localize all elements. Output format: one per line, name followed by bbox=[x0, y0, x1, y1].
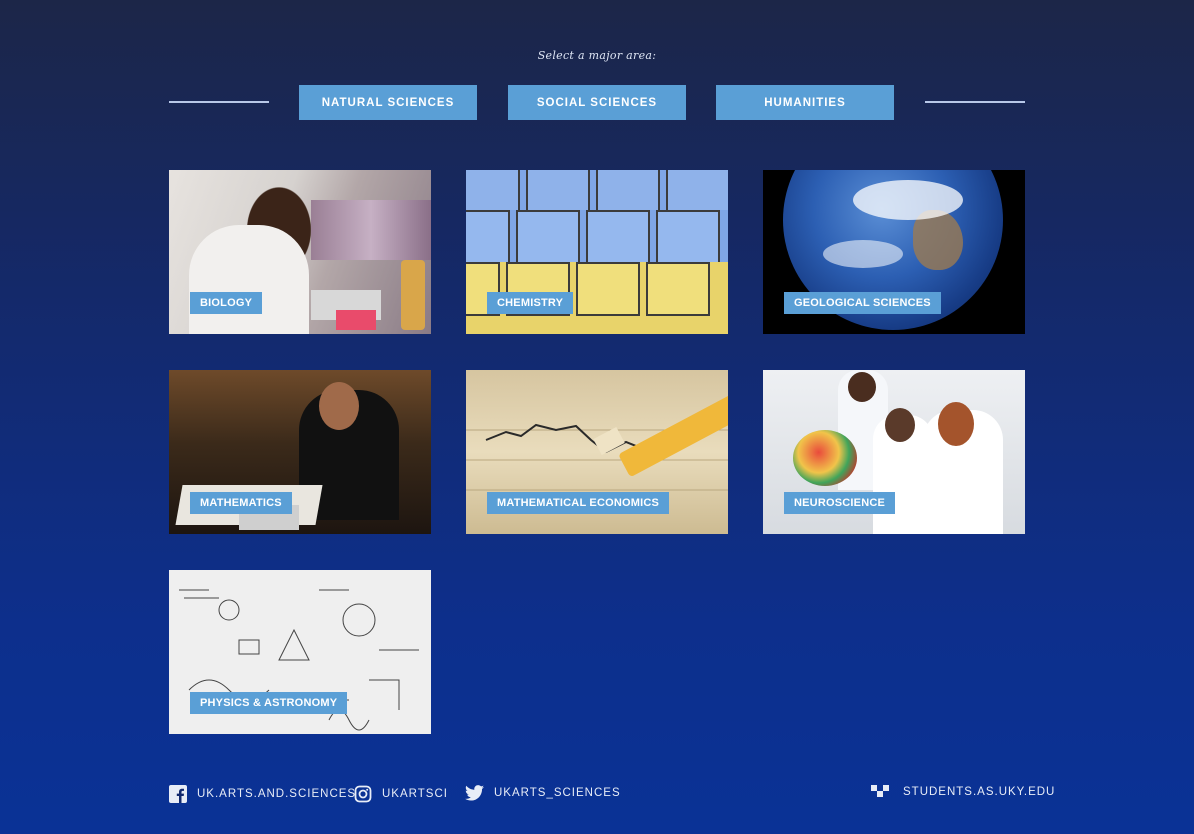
major-label-biology: BIOLOGY bbox=[190, 292, 263, 314]
major-label-chemistry: CHEMISTRY bbox=[487, 292, 574, 314]
select-major-prompt: Select a major area: bbox=[537, 49, 657, 62]
footer-twitter-link[interactable]: UKARTS_SCIENCES bbox=[465, 785, 621, 801]
footer-instagram-link[interactable]: UKARTSCI bbox=[354, 785, 448, 803]
major-label-physics-astronomy: PHYSICS & ASTRONOMY bbox=[190, 692, 348, 714]
footer-twitter-label: UKARTS_SCIENCES bbox=[494, 787, 621, 799]
facebook-icon bbox=[169, 785, 187, 803]
major-label-mathematics: MATHEMATICS bbox=[190, 492, 292, 514]
footer-website-label: STUDENTS.AS.UKY.EDU bbox=[903, 786, 1056, 798]
divider-left bbox=[169, 101, 269, 103]
major-tile-neuroscience[interactable]: NEUROSCIENCE bbox=[763, 370, 1025, 534]
tab-social-sciences[interactable]: SOCIAL SCIENCES bbox=[508, 85, 686, 120]
footer-facebook-label: UK.ARTS.AND.SCIENCES bbox=[197, 788, 357, 800]
twitter-icon bbox=[465, 785, 484, 801]
major-tile-mathematics[interactable]: MATHEMATICS bbox=[169, 370, 431, 534]
major-tile-physics-astronomy[interactable]: PHYSICS & ASTRONOMY bbox=[169, 570, 431, 734]
major-label-geological-sciences: GEOLOGICAL SCIENCES bbox=[784, 292, 941, 314]
instagram-icon bbox=[354, 785, 372, 803]
major-tile-geological-sciences[interactable]: GEOLOGICAL SCIENCES bbox=[763, 170, 1025, 334]
major-tile-biology[interactable]: BIOLOGY bbox=[169, 170, 431, 334]
major-tile-mathematical-economics[interactable]: MATHEMATICAL ECONOMICS bbox=[466, 370, 728, 534]
major-tile-chemistry[interactable]: CHEMISTRY bbox=[466, 170, 728, 334]
uk-logo-icon bbox=[871, 785, 893, 799]
footer-instagram-label: UKARTSCI bbox=[382, 788, 448, 800]
footer-facebook-link[interactable]: UK.ARTS.AND.SCIENCES bbox=[169, 785, 356, 803]
footer-website-link[interactable]: STUDENTS.AS.UKY.EDU bbox=[871, 785, 1055, 799]
tab-natural-sciences[interactable]: NATURAL SCIENCES bbox=[299, 85, 477, 120]
major-label-neuroscience: NEUROSCIENCE bbox=[784, 492, 896, 514]
major-label-mathematical-economics: MATHEMATICAL ECONOMICS bbox=[487, 492, 670, 514]
divider-right bbox=[925, 101, 1025, 103]
tab-humanities[interactable]: HUMANITIES bbox=[716, 85, 894, 120]
